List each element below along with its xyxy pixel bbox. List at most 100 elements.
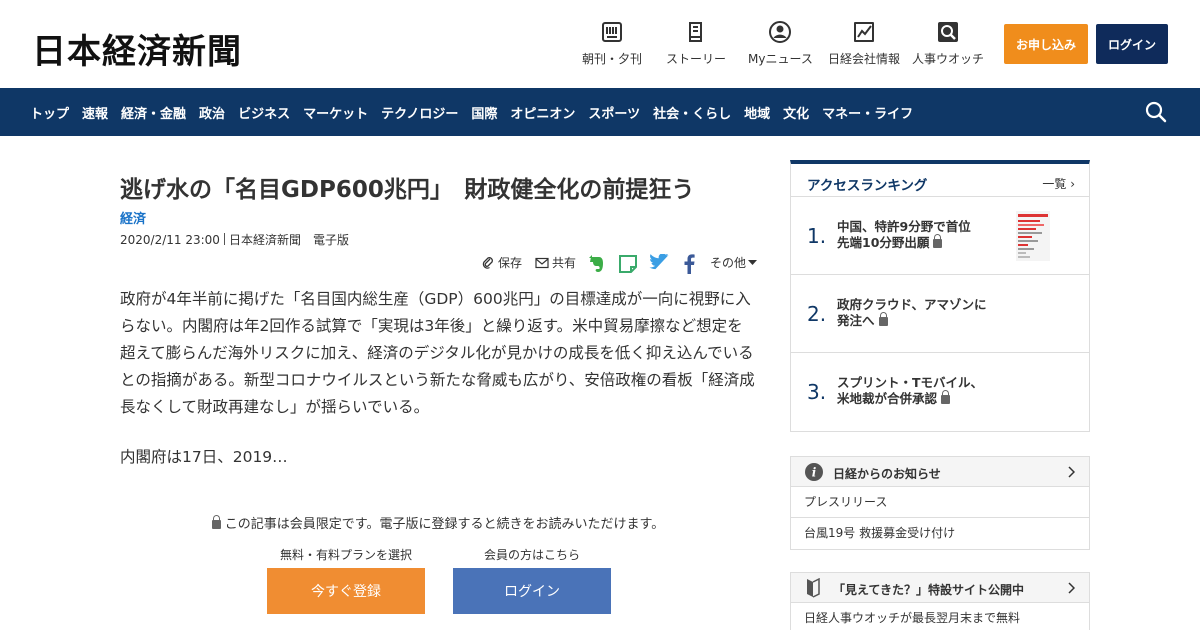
facebook-icon [684, 254, 695, 274]
view-all-label: 一覧 [1042, 177, 1067, 191]
special-link[interactable]: 日経人事ウオッチが最長翌月末まで無料 [791, 603, 1089, 630]
nav-item[interactable]: テクノロジー [381, 103, 458, 122]
ranking-header: アクセスランキング 一覧 › [791, 164, 1089, 197]
plan-select-label: 無料・有料プランを選択 [279, 548, 412, 562]
article-date: 2020/2/11 23:00 [120, 233, 220, 247]
ranking-title: アクセスランキング [807, 178, 928, 194]
header-nav-company-info[interactable]: 日経会社情報 [828, 20, 900, 67]
caret-down-icon [748, 259, 758, 265]
header-nav-print-edition[interactable]: 朝刊・夕刊 [582, 20, 642, 67]
share-button[interactable]: 共有 [535, 254, 576, 271]
lock-icon [933, 234, 943, 248]
notice-link[interactable]: プレスリリース [791, 487, 1089, 518]
nav-item[interactable]: 社会・くらし [653, 103, 731, 122]
ranking-title-line: スプリント・Tモバイル、 [837, 375, 984, 390]
evernote-button[interactable] [587, 254, 608, 274]
ranking-view-all-link[interactable]: 一覧 › [1042, 175, 1075, 192]
header-nav-story[interactable]: ストーリー [666, 20, 726, 67]
user-icon [769, 21, 792, 43]
chart-icon [854, 22, 874, 42]
article-body-continued: 内閣府は17日、2019… [120, 448, 288, 466]
header-nav-personnel-watch[interactable]: 人事ウオッチ [912, 20, 984, 67]
members-only-notice: この記事は会員限定です。電子版に登録すると続きをお読みいただけます。 [120, 513, 756, 532]
header-nav-mynews[interactable]: Myニュース [748, 20, 813, 67]
special-title: 「見えてきた？」特設サイト公開中 [833, 583, 1025, 597]
ranking-item[interactable]: 1. 中国、特許9分野で首位 先端10分野出願 [791, 197, 1089, 275]
ranking-title-line: 米地裁が合併承認 [837, 391, 938, 406]
nikkei-notice-box: i 日経からのお知らせ プレスリリース 台風19号 救援募金受け付け [790, 456, 1090, 550]
access-ranking: アクセスランキング 一覧 › 1. 中国、特許9分野で首位 先端10分野出願 2… [790, 160, 1090, 432]
search-icon[interactable] [1144, 100, 1168, 124]
more-share-dropdown[interactable]: その他 [710, 254, 760, 271]
newspaper-icon [602, 22, 622, 42]
header-nav-label: Myニュース [748, 52, 813, 66]
ranking-item[interactable]: 2. 政府クラウド、アマゾンに 発注へ [791, 275, 1089, 353]
twitter-icon [649, 254, 669, 270]
ranking-title-line: 中国、特許9分野で首位 [837, 219, 971, 234]
login-button[interactable]: ログイン [453, 568, 611, 614]
header-nav-label: ストーリー [666, 52, 727, 66]
facebook-button[interactable] [682, 254, 699, 274]
nav-item[interactable]: マーケット [303, 103, 368, 122]
chevron-right-icon: › [1070, 177, 1075, 191]
header-login-button[interactable]: ログイン [1096, 24, 1168, 64]
share-label: 共有 [552, 256, 577, 270]
article-meta: 2020/2/11 23:00 日本経済新聞 電子版 [120, 231, 349, 248]
nav-item[interactable]: 経済・金融 [121, 103, 186, 122]
nav-item[interactable]: 速報 [82, 103, 108, 122]
nav-item[interactable]: 国際 [471, 103, 497, 122]
site-logo[interactable]: 日本経済新聞 [32, 24, 242, 73]
article-body: 政府が4年半前に掲げた「名目国内総生産（GDP）600兆円」の目標達成が一向に視… [120, 290, 755, 416]
save-label: 保存 [498, 256, 523, 270]
main-navigation: トップ 速報 経済・金融 政治 ビジネス マーケット テクノロジー 国際 オピニ… [0, 88, 1200, 136]
header-nav-label: 日経会社情報 [828, 52, 901, 66]
info-icon: i [805, 463, 823, 481]
special-header[interactable]: 「見えてきた？」特設サイト公開中 [791, 573, 1089, 603]
ranking-title-line: 発注へ [837, 313, 875, 328]
article-headline: 逃げ水の「名目GDP600兆円」 財政健全化の前提狂う [120, 177, 695, 203]
ranking-item-title: スプリント・Tモバイル、 米地裁が合併承認 [837, 375, 997, 407]
article-source: 日本経済新聞 電子版 [228, 233, 349, 247]
apply-button[interactable]: お申し込み [1004, 24, 1088, 64]
rank-number: 2. [807, 302, 827, 326]
chevron-right-icon [1068, 466, 1075, 478]
ranking-item-title: 中国、特許9分野で首位 先端10分野出願 [837, 219, 997, 251]
header-nav-label: 人事ウオッチ [912, 52, 985, 66]
chevron-right-icon [1068, 582, 1075, 594]
clip-button[interactable] [618, 254, 641, 274]
ranking-item[interactable]: 3. スプリント・Tモバイル、 米地裁が合併承認 [791, 353, 1089, 431]
rank-number: 1. [807, 224, 827, 248]
search-box-icon [938, 22, 958, 42]
nav-item[interactable]: 地域 [744, 103, 770, 122]
notice-title: 日経からのお知らせ [833, 467, 941, 481]
nav-item[interactable]: オピニオン [510, 103, 575, 122]
nav-item[interactable]: スポーツ [588, 103, 640, 122]
meta-divider [223, 233, 225, 245]
bookmark-flag-icon [807, 578, 820, 598]
save-button[interactable]: 保存 [481, 254, 522, 271]
lock-icon [211, 515, 221, 529]
lock-icon [878, 312, 888, 326]
rank-number: 3. [807, 380, 827, 404]
nav-item[interactable]: 文化 [783, 103, 809, 122]
book-icon [689, 22, 702, 42]
twitter-button[interactable] [649, 254, 674, 272]
notice-header[interactable]: i 日経からのお知らせ [791, 457, 1089, 487]
member-login-label: 会員の方はこちら [483, 548, 580, 562]
bookmark-note-icon [619, 255, 637, 273]
nav-item[interactable]: ビジネス [238, 103, 290, 122]
article-category[interactable]: 経済 [120, 208, 146, 227]
more-label: その他 [710, 256, 747, 270]
members-note-text: この記事は会員限定です。電子版に登録すると続きをお読みいただけます。 [224, 517, 665, 532]
nav-item[interactable]: トップ [30, 103, 69, 122]
nav-item[interactable]: マネー・ライフ [822, 103, 913, 122]
register-button[interactable]: 今すぐ登録 [267, 568, 425, 614]
notice-link[interactable]: 台風19号 救援募金受け付け [791, 518, 1089, 549]
lock-icon [941, 390, 951, 404]
mail-icon [535, 257, 549, 268]
ranking-item-title: 政府クラウド、アマゾンに 発注へ [837, 297, 997, 329]
nav-item[interactable]: 政治 [199, 103, 225, 122]
paperclip-icon [482, 256, 493, 269]
special-site-box: 「見えてきた？」特設サイト公開中 日経人事ウオッチが最長翌月末まで無料 [790, 572, 1090, 630]
evernote-icon [589, 255, 603, 272]
